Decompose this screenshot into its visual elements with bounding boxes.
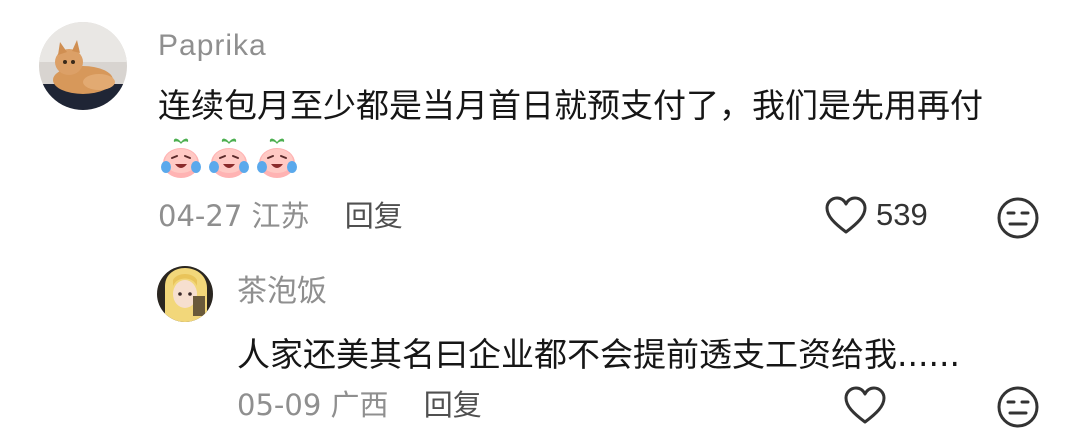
like-button[interactable]	[843, 385, 895, 425]
like-count: 539	[876, 197, 928, 232]
comment-meta: 04-27 江苏 回复	[158, 196, 403, 236]
crying-laughing-peach-icon	[257, 138, 297, 178]
like-button[interactable]: 539	[824, 195, 928, 235]
crying-laughing-peach-icon	[209, 138, 249, 178]
emoji-row	[158, 136, 300, 180]
neutral-face-icon	[997, 197, 1039, 239]
dislike-button[interactable]	[996, 385, 1040, 433]
avatar[interactable]	[157, 266, 213, 322]
heart-icon	[844, 386, 886, 424]
neutral-face-icon	[997, 386, 1039, 428]
username[interactable]: Paprika	[158, 26, 267, 66]
comment-date: 04-27	[158, 199, 243, 233]
comment-meta: 05-09 广西 回复	[237, 385, 482, 425]
crying-laughing-peach-icon	[161, 138, 201, 178]
comment-location: 江苏	[251, 199, 310, 233]
comment-text: 连续包月至少都是当月首日就预支付了，我们是先用再付	[158, 86, 983, 125]
avatar[interactable]	[39, 22, 127, 110]
comment-text: 人家还美其名曰企业都不会提前透支工资给我......	[237, 335, 960, 374]
username[interactable]: 茶泡饭	[237, 272, 327, 312]
reply-button[interactable]: 回复	[345, 199, 403, 233]
reply-button[interactable]: 回复	[424, 388, 482, 422]
comment-date: 05-09	[237, 388, 322, 422]
comment-location: 广西	[330, 388, 389, 422]
dislike-button[interactable]	[996, 196, 1040, 244]
heart-icon	[825, 196, 867, 234]
comment-section: Paprika 连续包月至少都是当月首日就预支付了，我们是先用再付 04-27 …	[0, 0, 1080, 436]
